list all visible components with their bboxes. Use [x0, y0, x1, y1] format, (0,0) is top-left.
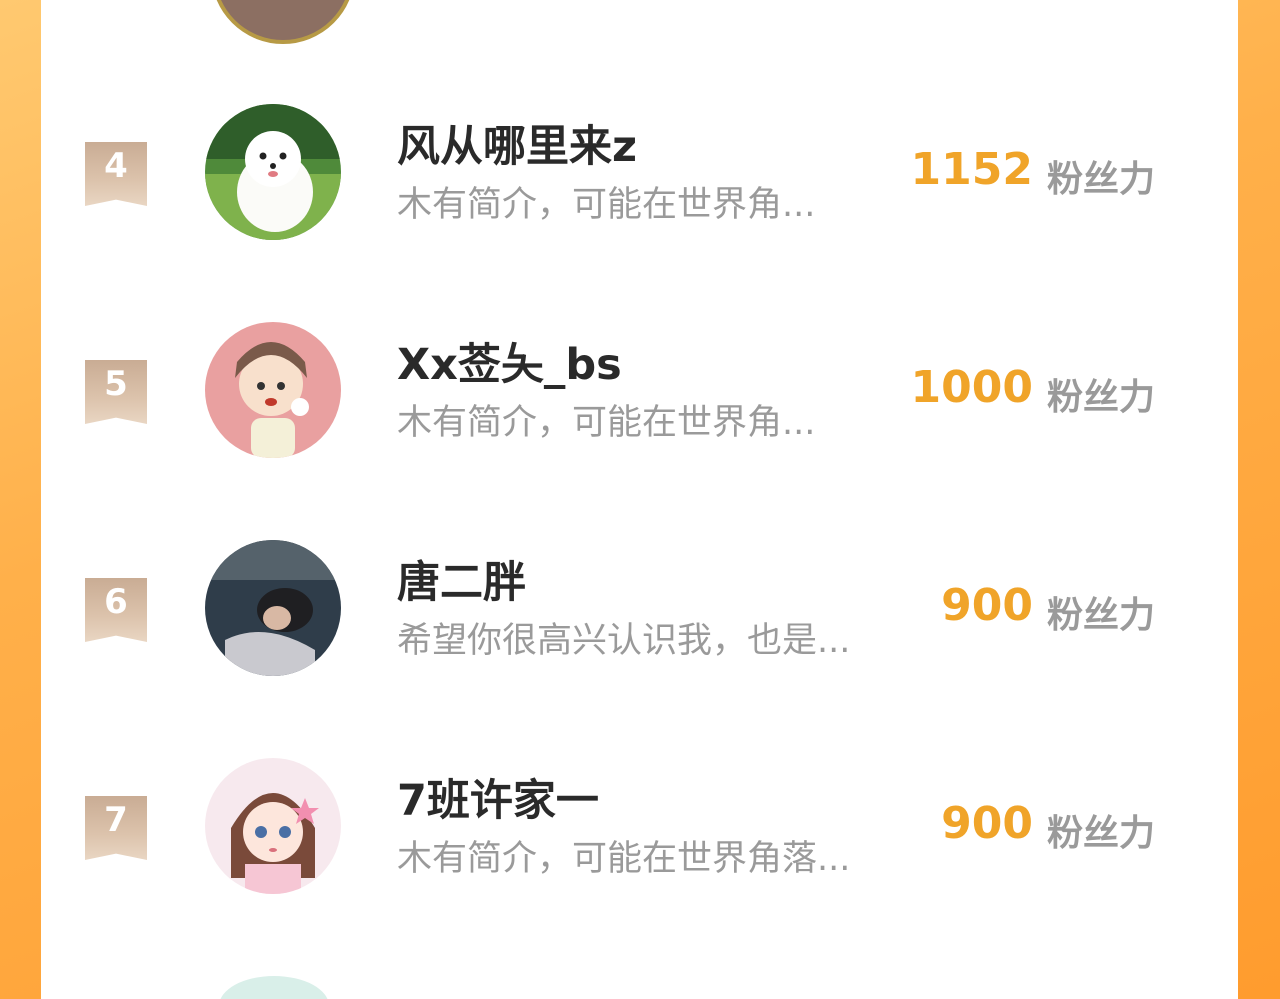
avatar[interactable] — [205, 540, 341, 676]
avatar[interactable] — [205, 758, 341, 894]
user-name[interactable]: 风从哪里来z — [397, 112, 637, 174]
fan-score: 1152 — [910, 144, 1033, 195]
fan-score: 900 — [941, 580, 1033, 631]
list-item[interactable]: 7 7班许家一 木有简介，可能在世界角落... 900 粉丝力 — [41, 716, 1238, 934]
rank-badge: 5 — [85, 360, 147, 424]
user-bio: 希望你很高兴认识我，也是... — [397, 621, 851, 661]
list-item[interactable]: 5 Xx莶夨_bs 木有简介，可能在世界角... 1000 粉丝力 — [41, 280, 1238, 498]
fan-score: 900 — [941, 798, 1033, 849]
avatar-partial-bottom[interactable] — [219, 976, 329, 999]
avatar[interactable] — [205, 322, 341, 458]
user-name[interactable]: 唐二胖 — [397, 548, 526, 610]
rank-badge: 7 — [85, 796, 147, 860]
fan-ranking-panel: 4 风从哪里来z 木有简介，可能在世界角... 1152 粉丝力 5 Xx莶夨_… — [41, 0, 1238, 999]
user-bio: 木有简介，可能在世界角... — [397, 185, 816, 225]
avatar[interactable] — [205, 104, 341, 240]
fan-score-unit: 粉丝力 — [1047, 595, 1156, 636]
list-item[interactable]: 4 风从哪里来z 木有简介，可能在世界角... 1152 粉丝力 — [41, 62, 1238, 280]
user-name[interactable]: 7班许家一 — [397, 766, 599, 828]
avatar-partial-top[interactable] — [211, 0, 355, 44]
fan-score: 1000 — [910, 362, 1033, 413]
rank-badge: 6 — [85, 578, 147, 642]
rank-badge: 4 — [85, 142, 147, 206]
user-bio: 木有简介，可能在世界角... — [397, 403, 816, 443]
user-bio: 木有简介，可能在世界角落... — [397, 839, 851, 879]
list-item[interactable]: 6 唐二胖 希望你很高兴认识我，也是... 900 粉丝力 — [41, 498, 1238, 716]
fan-score-unit: 粉丝力 — [1047, 813, 1156, 854]
fan-score-unit: 粉丝力 — [1047, 159, 1156, 200]
fan-score-unit: 粉丝力 — [1047, 377, 1156, 418]
user-name[interactable]: Xx莶夨_bs — [397, 330, 622, 392]
